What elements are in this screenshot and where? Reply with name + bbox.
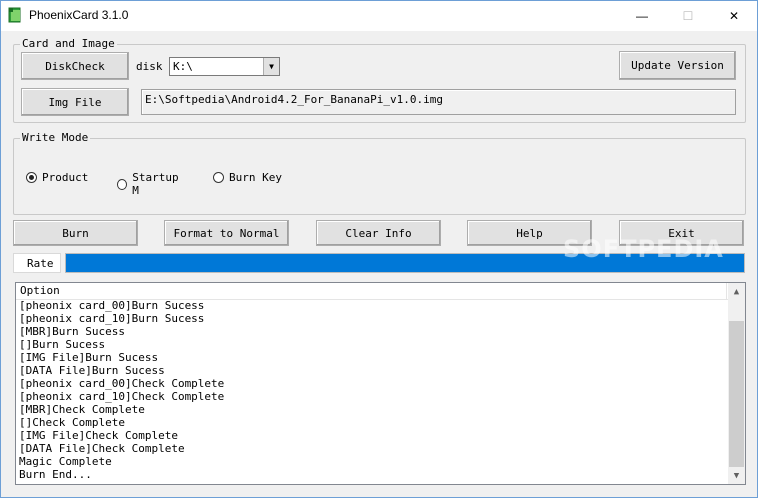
- list-item[interactable]: Magic Complete: [19, 455, 224, 468]
- radio-product-indicator[interactable]: [26, 172, 37, 183]
- list-item[interactable]: [DATA File]Burn Sucess: [19, 364, 224, 377]
- list-item[interactable]: [MBR]Burn Sucess: [19, 325, 224, 338]
- list-item[interactable]: [pheonix card_10]Burn Sucess: [19, 312, 224, 325]
- disk-label: disk: [136, 60, 163, 73]
- list-item[interactable]: [pheonix card_00]Burn Sucess: [19, 299, 224, 312]
- img-file-button[interactable]: Img File: [21, 88, 129, 116]
- option-column-header[interactable]: Option: [16, 283, 727, 300]
- radio-product[interactable]: Product: [26, 171, 88, 184]
- card-and-image-label: Card and Image: [20, 37, 117, 50]
- log-scrollbar[interactable]: ▲ ▼: [728, 283, 745, 484]
- log-list-header: Option: [16, 283, 729, 300]
- scroll-up-arrow-icon[interactable]: ▲: [728, 283, 745, 300]
- burn-button[interactable]: Burn: [13, 220, 138, 246]
- close-icon[interactable]: ✕: [711, 1, 757, 31]
- scroll-thumb[interactable]: [729, 321, 744, 467]
- radio-startup[interactable]: Startup M: [117, 171, 187, 197]
- list-item[interactable]: [IMG File]Burn Sucess: [19, 351, 224, 364]
- list-item[interactable]: []Check Complete: [19, 416, 224, 429]
- rate-label: Rate: [27, 257, 54, 270]
- format-to-normal-button[interactable]: Format to Normal: [164, 220, 289, 246]
- list-item[interactable]: []Burn Sucess: [19, 338, 224, 351]
- log-list[interactable]: Option [pheonix card_00]Burn Sucess [pheo…: [15, 282, 746, 485]
- list-item[interactable]: Burn End...: [19, 468, 224, 481]
- maximize-icon[interactable]: ☐: [665, 1, 711, 31]
- list-item[interactable]: [MBR]Check Complete: [19, 403, 224, 416]
- phoenixcard-app-icon: [7, 7, 23, 23]
- main-window: PhoenixCard 3.1.0 — ☐ ✕ Card and Image D…: [0, 0, 758, 498]
- rate-box: Rate: [13, 253, 61, 273]
- scroll-down-arrow-icon[interactable]: ▼: [728, 467, 745, 484]
- window-title: PhoenixCard 3.1.0: [29, 8, 129, 22]
- list-item[interactable]: [DATA File]Check Complete: [19, 442, 224, 455]
- radio-burn-key-indicator[interactable]: [213, 172, 224, 183]
- list-item[interactable]: [pheonix card_10]Check Complete: [19, 390, 224, 403]
- diskcheck-button[interactable]: DiskCheck: [21, 52, 129, 80]
- minimize-icon[interactable]: —: [619, 1, 665, 31]
- radio-burn-key[interactable]: Burn Key: [213, 171, 282, 184]
- radio-startup-indicator[interactable]: [117, 178, 128, 190]
- list-item[interactable]: [IMG File]Check Complete: [19, 429, 224, 442]
- radio-startup-label: Startup M: [132, 171, 179, 197]
- img-path-field[interactable]: E:\Softpedia\Android4.2_For_BananaPi_v1.…: [141, 89, 736, 115]
- img-path-text: E:\Softpedia\Android4.2_For_BananaPi_v1.…: [145, 93, 444, 106]
- title-bar: PhoenixCard 3.1.0 — ☐ ✕: [1, 1, 757, 31]
- update-version-button[interactable]: Update Version: [619, 51, 736, 80]
- log-rows: [pheonix card_00]Burn Sucess [pheonix car…: [19, 299, 224, 481]
- list-item[interactable]: [pheonix card_00]Check Complete: [19, 377, 224, 390]
- chevron-down-icon[interactable]: ▼: [263, 58, 279, 75]
- write-mode-label: Write Mode: [20, 131, 91, 144]
- clear-info-button[interactable]: Clear Info: [316, 220, 441, 246]
- radio-burn-key-label: Burn Key: [229, 171, 282, 184]
- softpedia-watermark: SOFTPEDIA: [563, 235, 724, 263]
- radio-product-label: Product: [42, 171, 89, 184]
- disk-select[interactable]: K:\ ▼: [169, 57, 280, 76]
- disk-select-value: K:\: [173, 60, 193, 73]
